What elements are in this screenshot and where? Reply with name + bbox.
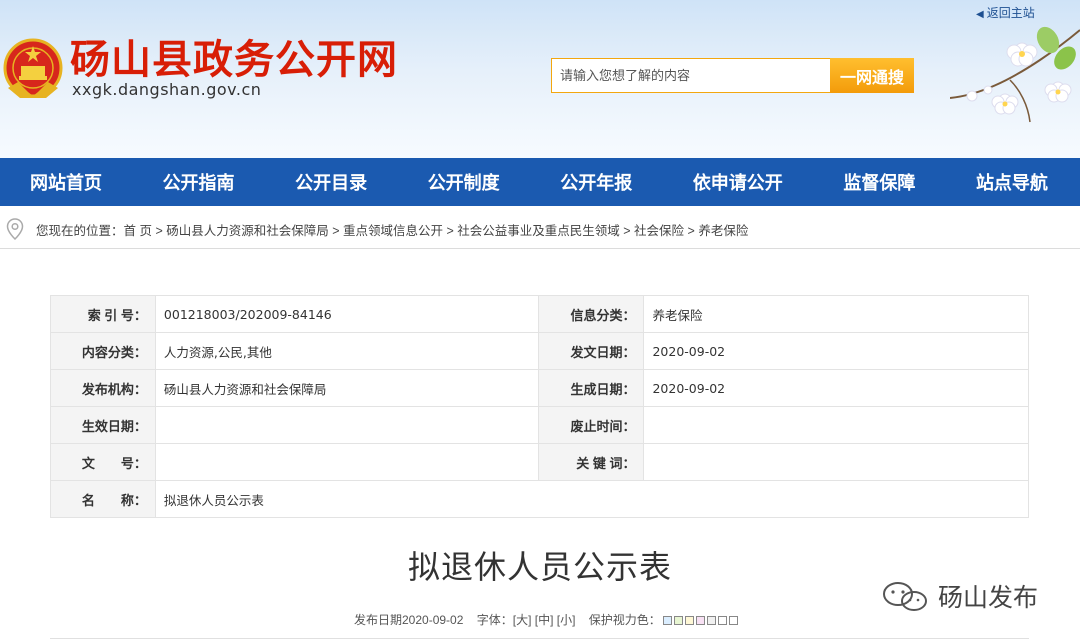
search-input[interactable] (551, 58, 831, 93)
breadcrumb-separator: > (443, 224, 458, 238)
index-value: 001218003/202009-84146 (154, 295, 539, 333)
issue-date-value: 2020-09-02 (643, 332, 1029, 370)
font-large-button[interactable]: [大] (513, 613, 532, 627)
nav-item-supervision[interactable]: 监督保障 (843, 169, 915, 195)
main-nav: 网站首页 公开指南 公开目录 公开制度 公开年报 依申请公开 监督保障 站点导航 (0, 158, 1080, 206)
watermark-text: 砀山发布 (938, 583, 1039, 612)
breadcrumb-pension[interactable]: 养老保险 (698, 224, 748, 238)
document-info-table: 索 引 号： 001218003/202009-84146 信息分类： 养老保险… (50, 295, 1030, 518)
site-title: 砀山县政务公开网 (70, 37, 398, 83)
index-label: 索 引 号： (50, 295, 156, 333)
breadcrumb-home[interactable]: 首 页 (124, 224, 152, 238)
table-row: 索 引 号： 001218003/202009-84146 信息分类： 养老保险 (50, 295, 1029, 333)
breadcrumb-public-welfare[interactable]: 社会公益事业及重点民生领域 (457, 224, 620, 238)
publish-date: 发布日期2020-09-02 (354, 613, 464, 627)
eye-care-color-swatch[interactable] (728, 616, 738, 625)
abolish-date-label: 废止时间： (537, 406, 645, 444)
eye-care-color-swatch[interactable] (695, 616, 705, 625)
keywords-value (643, 443, 1029, 481)
breadcrumb: 您现在的位置：首 页 > 砀山县人力资源和社会保障局 > 重点领域信息公开 > … (0, 206, 1080, 249)
keywords-label: 关 键 词： (537, 443, 645, 481)
category-value: 养老保险 (643, 295, 1029, 333)
content-divider (50, 638, 1029, 639)
issue-date-label: 发文日期： (537, 332, 645, 370)
nav-item-apply[interactable]: 依申请公开 (693, 169, 783, 195)
nav-item-home[interactable]: 网站首页 (30, 169, 102, 195)
eye-care-color-swatch[interactable] (706, 616, 716, 625)
site-header: 砀山县政务公开网 xxgk.dangshan.gov.cn ◀返回主站 一网通搜 (0, 0, 1080, 158)
breadcrumb-separator: > (684, 224, 699, 238)
breadcrumb-bureau[interactable]: 砀山县人力资源和社会保障局 (166, 224, 329, 238)
eye-care-color-swatch[interactable] (717, 616, 727, 625)
effective-date-value (154, 406, 539, 444)
document-meta-bar: 发布日期2020-09-02 字体：[大] [中] [小] 保护视力色： (354, 611, 738, 628)
font-size-label: 字体： (476, 613, 513, 627)
national-emblem-icon (3, 38, 63, 98)
doc-number-label: 文 号： (50, 443, 156, 481)
breadcrumb-separator: > (328, 224, 344, 238)
nav-item-annual-report[interactable]: 公开年报 (560, 169, 632, 195)
generated-date-label: 生成日期： (537, 369, 645, 407)
content-category-label: 内容分类： (50, 332, 156, 370)
breadcrumb-text: 您现在的位置：首 页 > 砀山县人力资源和社会保障局 > 重点领域信息公开 > … (36, 220, 748, 239)
effective-date-label: 生效日期： (50, 406, 156, 444)
breadcrumb-prefix: 您现在的位置： (36, 224, 124, 238)
doc-number-value (154, 443, 539, 481)
search-button[interactable]: 一网通搜 (830, 58, 914, 93)
content-category-value: 人力资源,公民,其他 (154, 332, 539, 370)
table-row: 内容分类： 人力资源,公民,其他 发文日期： 2020-09-02 (50, 332, 1029, 370)
breadcrumb-social-insurance[interactable]: 社会保险 (634, 224, 684, 238)
generated-date-value: 2020-09-02 (643, 369, 1029, 407)
table-row: 文 号： 关 键 词： (50, 443, 1029, 481)
table-row: 生效日期： 废止时间： (50, 406, 1029, 444)
nav-item-catalog[interactable]: 公开目录 (295, 169, 367, 195)
abolish-date-value (643, 406, 1029, 444)
breadcrumb-key-areas[interactable]: 重点领域信息公开 (343, 224, 443, 238)
table-row: 发布机构： 砀山县人力资源和社会保障局 生成日期： 2020-09-02 (50, 369, 1029, 407)
font-medium-button[interactable]: [中] (535, 613, 554, 627)
category-label: 信息分类： (537, 295, 645, 333)
publisher-label: 发布机构： (50, 369, 156, 407)
breadcrumb-separator: > (619, 224, 635, 238)
doc-name-value: 拟退休人员公示表 (154, 480, 1030, 518)
table-row: 名 称： 拟退休人员公示表 (50, 480, 1030, 518)
nav-item-sitemap[interactable]: 站点导航 (976, 169, 1048, 195)
flower-decoration-icon (950, 26, 1080, 123)
location-pin-icon (6, 218, 24, 240)
eye-care-label: 保护视力色： (588, 613, 661, 627)
nav-item-system[interactable]: 公开制度 (428, 169, 500, 195)
publisher-value: 砀山县人力资源和社会保障局 (154, 369, 539, 407)
eye-care-color-swatch[interactable] (673, 616, 683, 625)
site-domain: xxgk.dangshan.gov.cn (72, 80, 262, 99)
font-small-button[interactable]: [小] (557, 613, 576, 627)
nav-item-guide[interactable]: 公开指南 (163, 169, 235, 195)
eye-care-color-swatch[interactable] (662, 616, 672, 625)
doc-name-label: 名 称： (50, 480, 156, 518)
breadcrumb-separator: > (152, 224, 167, 238)
eye-care-color-swatch[interactable] (684, 616, 694, 625)
eye-care-swatches (661, 613, 738, 627)
